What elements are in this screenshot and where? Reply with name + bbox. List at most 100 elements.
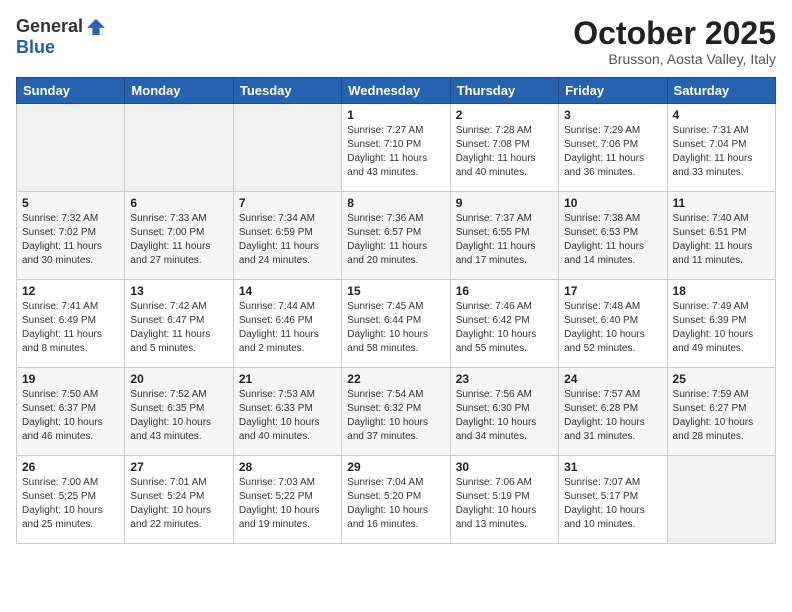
calendar-cell: 3 Sunrise: 7:29 AMSunset: 7:06 PMDaylight… — [559, 104, 667, 192]
day-number: 24 — [564, 372, 661, 386]
day-info: Sunrise: 7:27 AMSunset: 7:10 PMDaylight:… — [347, 124, 444, 180]
calendar-cell: 25 Sunrise: 7:59 AMSunset: 6:27 PMDayligh… — [667, 368, 775, 456]
calendar-header: Sunday Monday Tuesday Wednesday Thursday… — [17, 78, 776, 104]
day-number: 3 — [564, 108, 661, 122]
day-info: Sunrise: 7:49 AMSunset: 6:39 PMDaylight:… — [673, 300, 770, 356]
header-saturday: Saturday — [667, 78, 775, 104]
logo: General Blue — [16, 16, 105, 58]
day-number: 23 — [456, 372, 553, 386]
logo-general-text: General — [16, 16, 83, 37]
calendar-cell: 15Sunrise: 7:45 AMSunset: 6:44 PMDayligh… — [342, 280, 450, 368]
day-info: Sunrise: 7:44 AMSunset: 6:46 PMDaylight:… — [239, 300, 336, 356]
day-info: Sunrise: 7:54 AMSunset: 6:32 PMDaylight:… — [347, 388, 444, 444]
day-info: Sunrise: 7:40 AMSunset: 6:51 PMDaylight:… — [673, 212, 770, 268]
day-number: 30 — [456, 460, 553, 474]
day-info: Sunrise: 7:53 AMSunset: 6:33 PMDaylight:… — [239, 388, 336, 444]
day-info: Sunrise: 7:56 AMSunset: 6:30 PMDaylight:… — [456, 388, 553, 444]
day-number: 7 — [239, 196, 336, 210]
day-info: Sunrise: 7:46 AMSunset: 6:42 PMDaylight:… — [456, 300, 553, 356]
calendar-cell: 16Sunrise: 7:46 AMSunset: 6:42 PMDayligh… — [450, 280, 558, 368]
day-number: 19 — [22, 372, 119, 386]
calendar-cell: 14Sunrise: 7:44 AMSunset: 6:46 PMDayligh… — [233, 280, 341, 368]
header-thursday: Thursday — [450, 78, 558, 104]
day-number: 20 — [130, 372, 227, 386]
header-tuesday: Tuesday — [233, 78, 341, 104]
logo-blue-text: Blue — [16, 37, 55, 58]
day-number: 31 — [564, 460, 661, 474]
calendar-cell: 29 Sunrise: 7:04 AMSunset: 5:20 PMDayligh… — [342, 456, 450, 544]
day-info: Sunrise: 7:48 AMSunset: 6:40 PMDaylight:… — [564, 300, 661, 356]
day-info: Sunrise: 7:59 AMSunset: 6:27 PMDaylight:… — [673, 388, 770, 444]
day-number: 26 — [22, 460, 119, 474]
calendar-cell: 4Sunrise: 7:31 AMSunset: 7:04 PMDaylight… — [667, 104, 775, 192]
day-number: 4 — [673, 108, 770, 122]
month-title: October 2025 — [573, 16, 776, 51]
day-number: 1 — [347, 108, 444, 122]
calendar-cell: 2 Sunrise: 7:28 AMSunset: 7:08 PMDaylight… — [450, 104, 558, 192]
day-info: Sunrise: 7:42 AMSunset: 6:47 PMDaylight:… — [130, 300, 227, 356]
calendar-week-3: 12 Sunrise: 7:41 AMSunset: 6:49 PMDayligh… — [17, 280, 776, 368]
day-number: 29 — [347, 460, 444, 474]
calendar-cell: 22 Sunrise: 7:54 AMSunset: 6:32 PMDayligh… — [342, 368, 450, 456]
day-number: 6 — [130, 196, 227, 210]
location: Brusson, Aosta Valley, Italy — [573, 51, 776, 67]
calendar-cell: 13 Sunrise: 7:42 AMSunset: 6:47 PMDayligh… — [125, 280, 233, 368]
day-number: 27 — [130, 460, 227, 474]
header-friday: Friday — [559, 78, 667, 104]
day-info: Sunrise: 7:57 AMSunset: 6:28 PMDaylight:… — [564, 388, 661, 444]
day-info: Sunrise: 7:29 AMSunset: 7:06 PMDaylight:… — [564, 124, 661, 180]
day-number: 9 — [456, 196, 553, 210]
header-monday: Monday — [125, 78, 233, 104]
day-number: 21 — [239, 372, 336, 386]
calendar-cell: 26Sunrise: 7:00 AMSunset: 5:25 PMDayligh… — [17, 456, 125, 544]
day-number: 11 — [673, 196, 770, 210]
calendar-cell: 31 Sunrise: 7:07 AMSunset: 5:17 PMDayligh… — [559, 456, 667, 544]
day-info: Sunrise: 7:28 AMSunset: 7:08 PMDaylight:… — [456, 124, 553, 180]
day-info: Sunrise: 7:45 AMSunset: 6:44 PMDaylight:… — [347, 300, 444, 356]
day-number: 10 — [564, 196, 661, 210]
calendar-table: Sunday Monday Tuesday Wednesday Thursday… — [16, 77, 776, 544]
day-number: 17 — [564, 284, 661, 298]
calendar-cell: 9 Sunrise: 7:37 AMSunset: 6:55 PMDaylight… — [450, 192, 558, 280]
day-number: 12 — [22, 284, 119, 298]
day-info: Sunrise: 7:52 AMSunset: 6:35 PMDaylight:… — [130, 388, 227, 444]
calendar-cell — [233, 104, 341, 192]
calendar-cell: 6 Sunrise: 7:33 AMSunset: 7:00 PMDaylight… — [125, 192, 233, 280]
day-info: Sunrise: 7:38 AMSunset: 6:53 PMDaylight:… — [564, 212, 661, 268]
calendar-cell: 5Sunrise: 7:32 AMSunset: 7:02 PMDaylight… — [17, 192, 125, 280]
day-number: 18 — [673, 284, 770, 298]
calendar-cell: 18 Sunrise: 7:49 AMSunset: 6:39 PMDayligh… — [667, 280, 775, 368]
calendar-cell — [125, 104, 233, 192]
day-number: 22 — [347, 372, 444, 386]
day-info: Sunrise: 7:04 AMSunset: 5:20 PMDaylight:… — [347, 476, 444, 532]
day-number: 5 — [22, 196, 119, 210]
day-number: 25 — [673, 372, 770, 386]
day-info: Sunrise: 7:33 AMSunset: 7:00 PMDaylight:… — [130, 212, 227, 268]
calendar-cell: 24 Sunrise: 7:57 AMSunset: 6:28 PMDayligh… — [559, 368, 667, 456]
day-info: Sunrise: 7:36 AMSunset: 6:57 PMDaylight:… — [347, 212, 444, 268]
day-number: 2 — [456, 108, 553, 122]
calendar-cell: 12 Sunrise: 7:41 AMSunset: 6:49 PMDayligh… — [17, 280, 125, 368]
header-sunday: Sunday — [17, 78, 125, 104]
calendar-cell: 27 Sunrise: 7:01 AMSunset: 5:24 PMDayligh… — [125, 456, 233, 544]
calendar-cell: 11 Sunrise: 7:40 AMSunset: 6:51 PMDayligh… — [667, 192, 775, 280]
calendar-cell: 1 Sunrise: 7:27 AMSunset: 7:10 PMDaylight… — [342, 104, 450, 192]
calendar-cell: 23 Sunrise: 7:56 AMSunset: 6:30 PMDayligh… — [450, 368, 558, 456]
calendar-cell: 19Sunrise: 7:50 AMSunset: 6:37 PMDayligh… — [17, 368, 125, 456]
day-info: Sunrise: 7:37 AMSunset: 6:55 PMDaylight:… — [456, 212, 553, 268]
calendar-cell — [17, 104, 125, 192]
header: General Blue October 2025 Brusson, Aosta… — [16, 16, 776, 67]
day-info: Sunrise: 7:34 AMSunset: 6:59 PMDaylight:… — [239, 212, 336, 268]
day-info: Sunrise: 7:07 AMSunset: 5:17 PMDaylight:… — [564, 476, 661, 532]
calendar-body: 1 Sunrise: 7:27 AMSunset: 7:10 PMDaylight… — [17, 104, 776, 544]
logo-icon — [87, 18, 105, 36]
calendar-cell: 17 Sunrise: 7:48 AMSunset: 6:40 PMDayligh… — [559, 280, 667, 368]
calendar-cell: 30 Sunrise: 7:06 AMSunset: 5:19 PMDayligh… — [450, 456, 558, 544]
day-info: Sunrise: 7:01 AMSunset: 5:24 PMDaylight:… — [130, 476, 227, 532]
day-info: Sunrise: 7:41 AMSunset: 6:49 PMDaylight:… — [22, 300, 119, 356]
day-number: 13 — [130, 284, 227, 298]
calendar-cell: 8Sunrise: 7:36 AMSunset: 6:57 PMDaylight… — [342, 192, 450, 280]
calendar-week-5: 26Sunrise: 7:00 AMSunset: 5:25 PMDayligh… — [17, 456, 776, 544]
day-info: Sunrise: 7:06 AMSunset: 5:19 PMDaylight:… — [456, 476, 553, 532]
calendar-cell: 7 Sunrise: 7:34 AMSunset: 6:59 PMDaylight… — [233, 192, 341, 280]
